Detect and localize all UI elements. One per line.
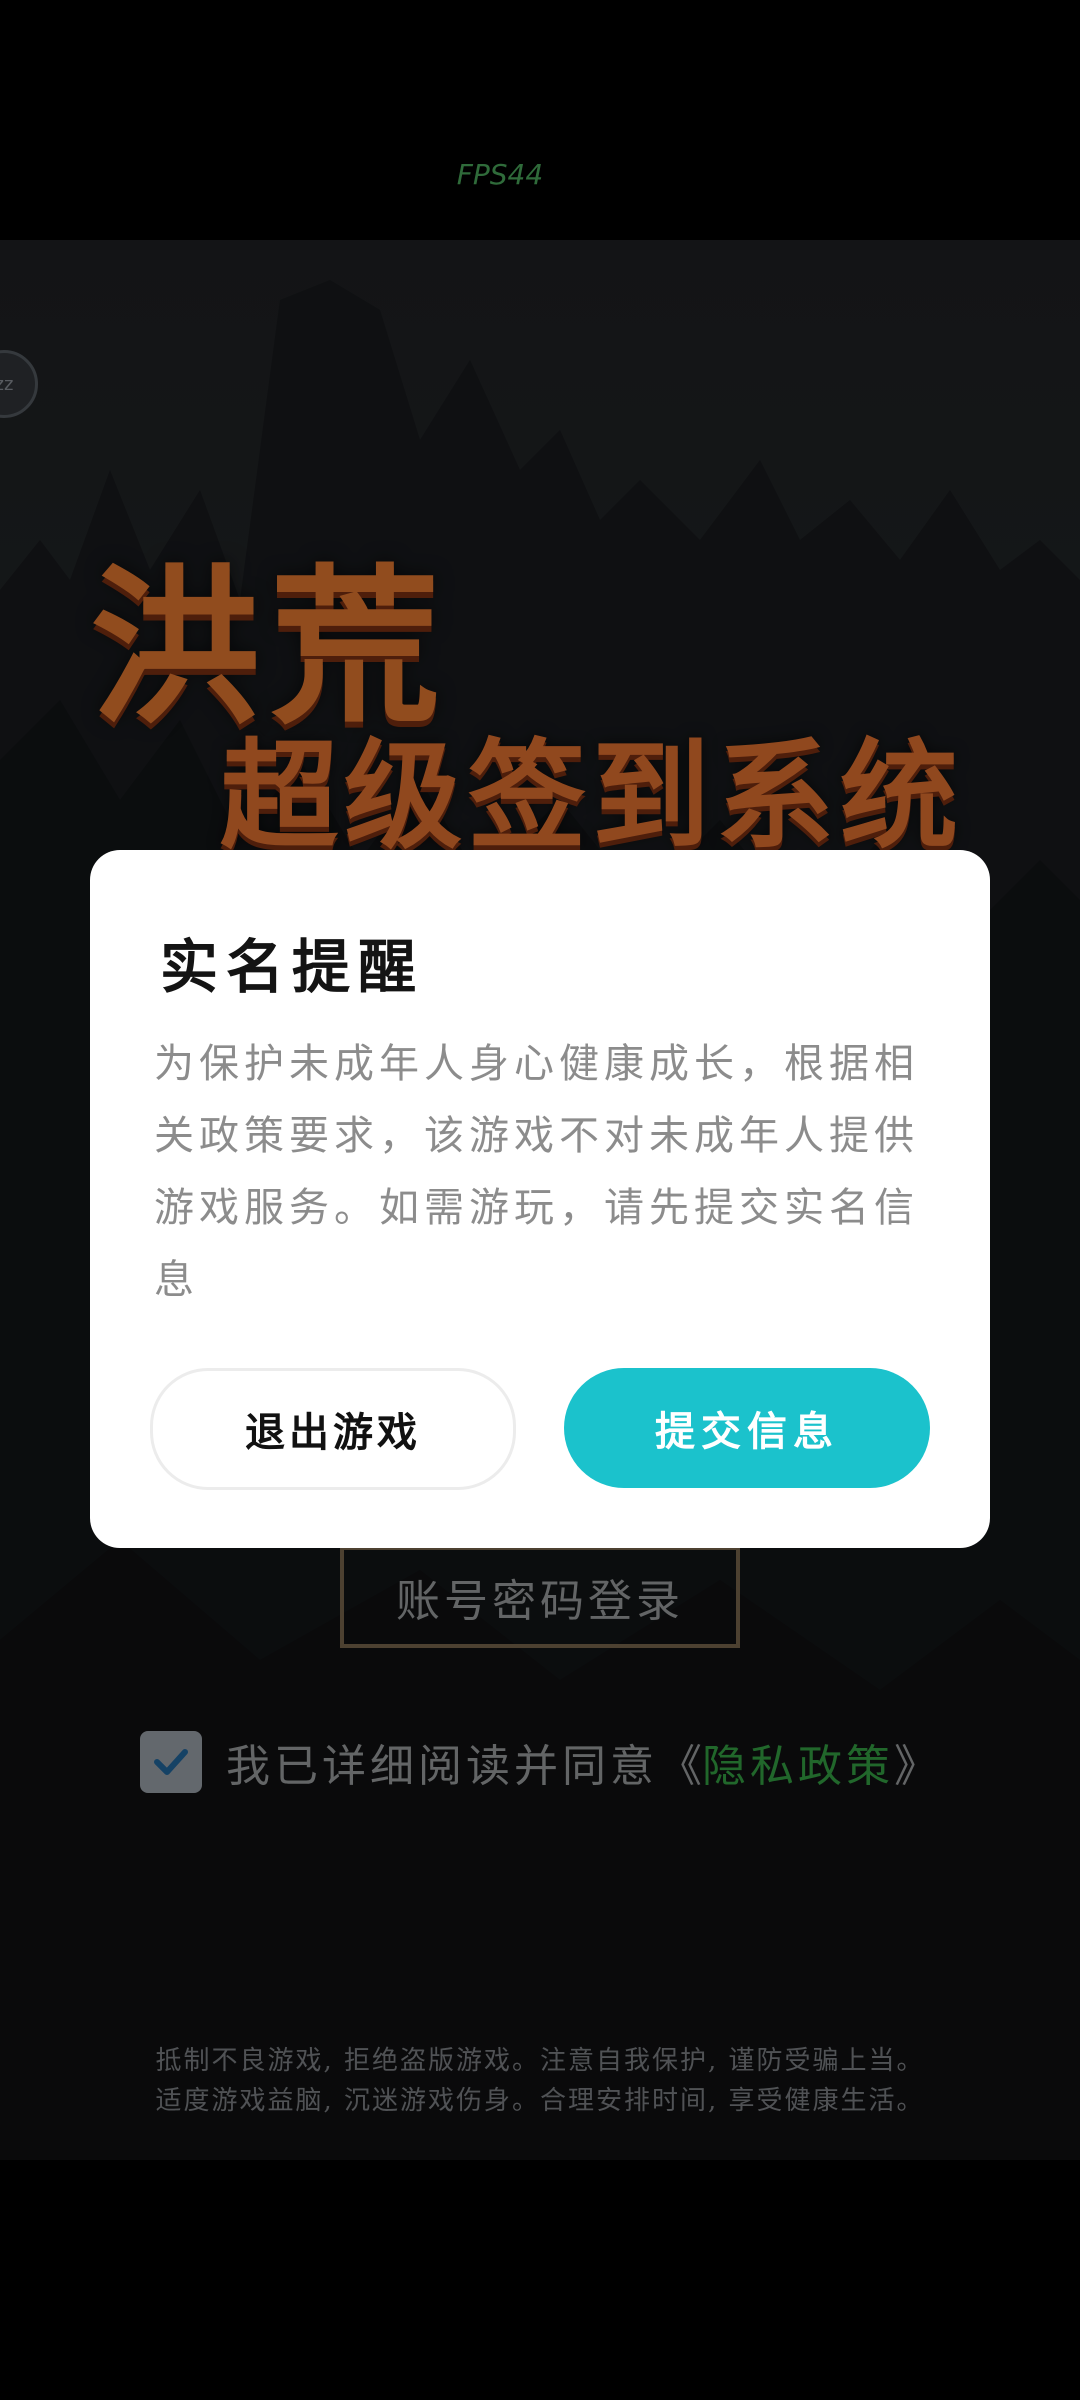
submit-info-button[interactable]: 提交信息 xyxy=(564,1368,930,1488)
status-bar: FPS44 xyxy=(0,0,1080,240)
exit-game-button[interactable]: 退出游戏 xyxy=(150,1368,516,1490)
bottom-black-bar xyxy=(0,2160,1080,2400)
real-name-dialog: 实名提醒 为保护未成年人身心健康成长，根据相关政策要求，该游戏不对未成年人提供游… xyxy=(90,850,990,1548)
fps-counter: FPS44 xyxy=(456,158,544,191)
dialog-message: 为保护未成年人身心健康成长，根据相关政策要求，该游戏不对未成年人提供游戏服务。如… xyxy=(154,1041,919,1303)
dialog-title: 实名提醒 xyxy=(160,933,425,1001)
